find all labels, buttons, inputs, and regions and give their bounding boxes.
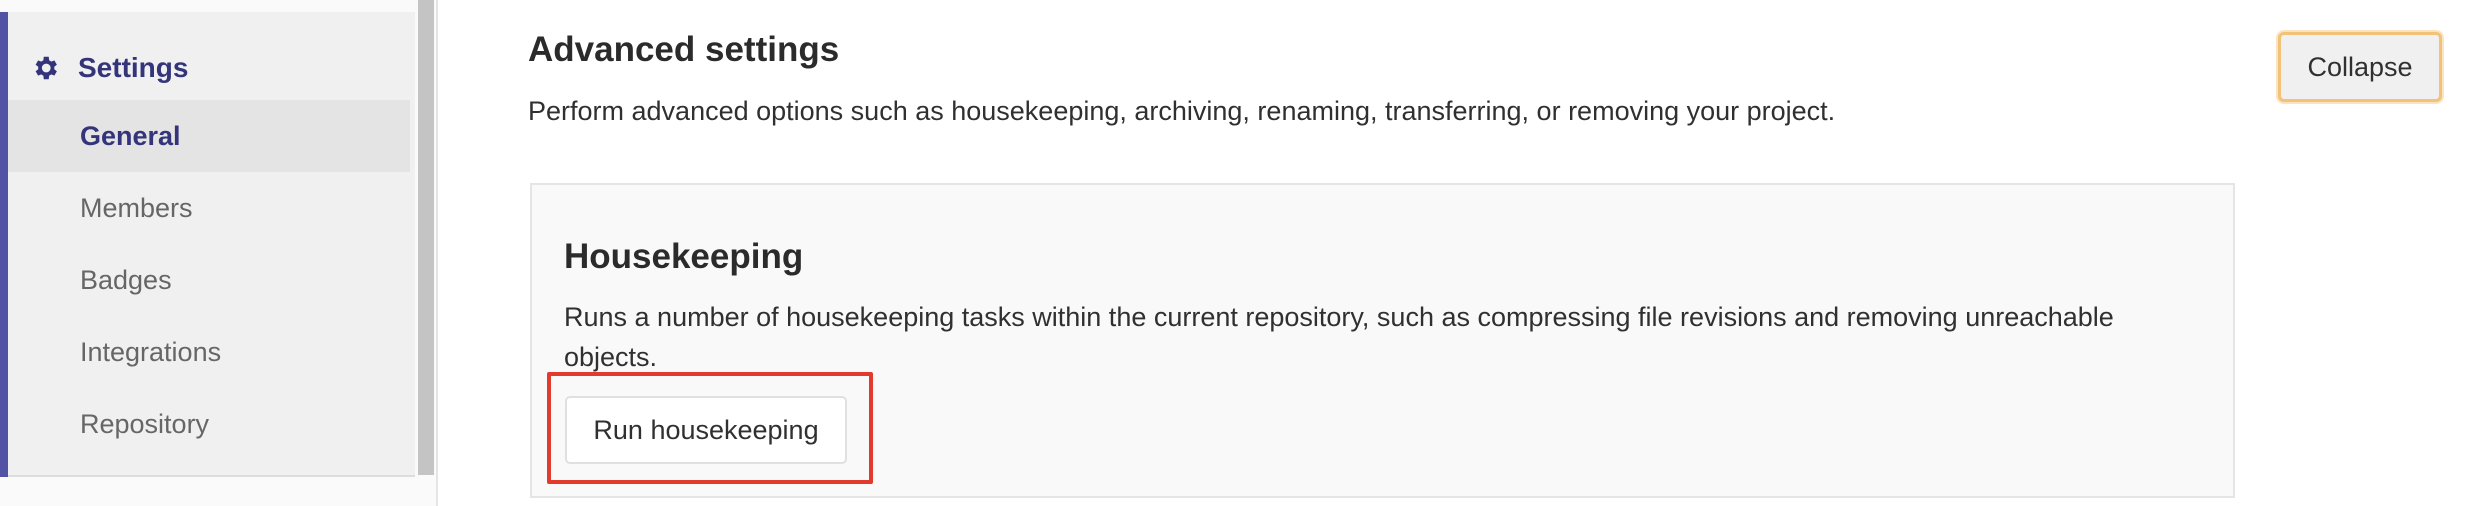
sidebar-scrollbar[interactable] [418,0,434,475]
sidebar: Settings General Members Badges Integrat… [0,0,438,506]
gear-icon [30,53,60,83]
sidebar-settings-panel: Settings General Members Badges Integrat… [0,12,415,477]
sidebar-item-members[interactable]: Members [8,172,410,244]
collapse-button[interactable]: Collapse [2278,32,2442,102]
sidebar-item-general[interactable]: General [8,100,410,172]
housekeeping-description: Runs a number of housekeeping tasks with… [564,302,2114,372]
sidebar-item-repository[interactable]: Repository [8,388,410,460]
sidebar-item-settings[interactable]: Settings [30,42,188,94]
section-description: Perform advanced options such as houseke… [528,96,1836,126]
run-housekeeping-button[interactable]: Run housekeeping [565,396,847,464]
sidebar-item-badges[interactable]: Badges [8,244,410,316]
housekeeping-title: Housekeeping [564,237,804,276]
sidebar-active-indicator [0,12,8,477]
section-title: Advanced settings [528,30,840,69]
sidebar-item-integrations[interactable]: Integrations [8,316,410,388]
sidebar-title: Settings [78,52,189,83]
